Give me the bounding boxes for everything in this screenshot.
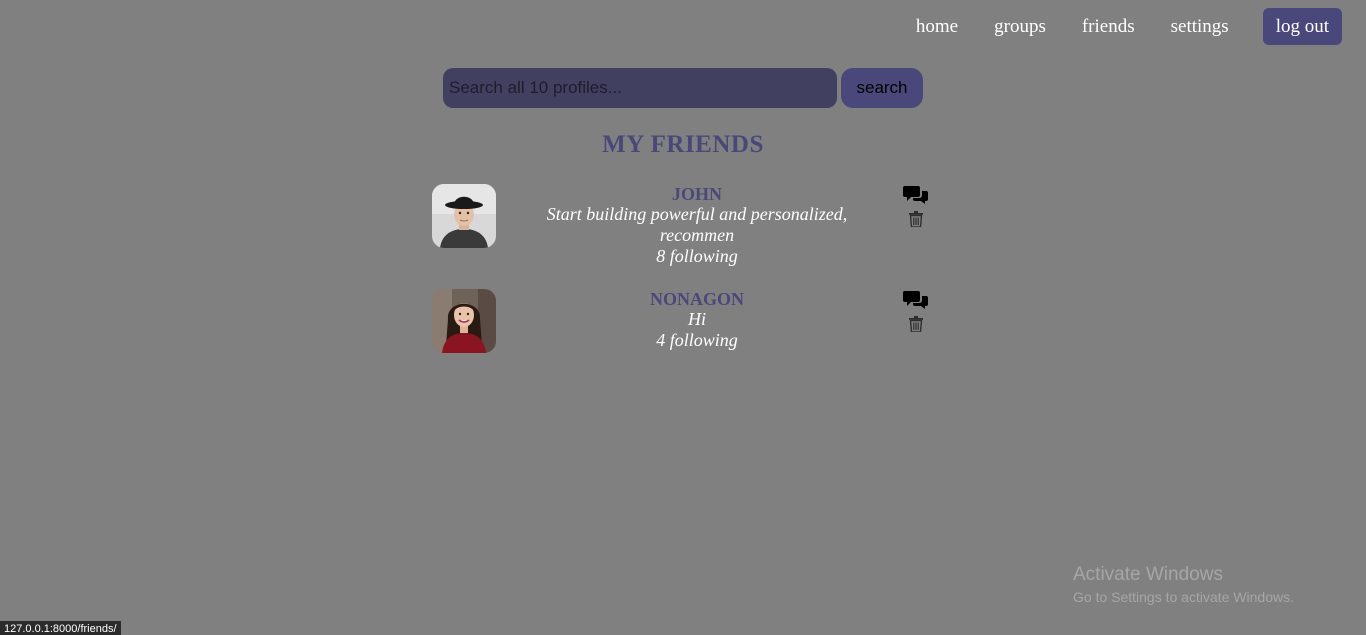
friend-bio: Start building powerful and personalized… [546, 204, 848, 224]
friend-bio-continued: recommen [659, 225, 735, 245]
trash-icon[interactable] [909, 211, 923, 227]
search-button[interactable]: search [841, 68, 923, 108]
avatar[interactable] [432, 289, 496, 353]
avatar-photo [432, 184, 496, 248]
chat-icon[interactable] [903, 289, 929, 311]
avatar-photo [432, 289, 496, 353]
friend-info: NONAGON Hi 4 following [539, 289, 855, 351]
friend-bio: Hi [688, 309, 706, 329]
page-title: MY FRIENDS [602, 131, 764, 158]
status-url: 127.0.0.1:8000/friends/ [0, 621, 121, 635]
avatar[interactable] [432, 184, 496, 248]
chat-icon[interactable] [903, 184, 929, 206]
following-count: 4 following [656, 330, 738, 350]
watermark-title: Activate Windows [1073, 564, 1223, 585]
search-input[interactable] [443, 68, 837, 108]
nav-friends-link[interactable]: friends [1082, 8, 1135, 45]
friend-info: JOHN Start building powerful and persona… [539, 184, 855, 267]
search-bar: search [443, 68, 923, 108]
logout-button[interactable]: log out [1262, 8, 1342, 45]
top-nav: home groups friends settings log out [916, 8, 1342, 45]
friend-actions [902, 184, 930, 227]
trash-icon[interactable] [909, 316, 923, 332]
friend-name[interactable]: NONAGON [539, 289, 855, 309]
nav-groups-link[interactable]: groups [994, 8, 1046, 45]
following-count: 8 following [656, 246, 738, 266]
friend-actions [902, 289, 930, 332]
nav-settings-link[interactable]: settings [1171, 8, 1229, 45]
activation-watermark: Activate Windows Go to Settings to activ… [1073, 564, 1294, 608]
friend-name[interactable]: JOHN [539, 184, 855, 204]
watermark-subtitle: Go to Settings to activate Windows. [1073, 589, 1294, 605]
nav-home-link[interactable]: home [916, 8, 958, 45]
